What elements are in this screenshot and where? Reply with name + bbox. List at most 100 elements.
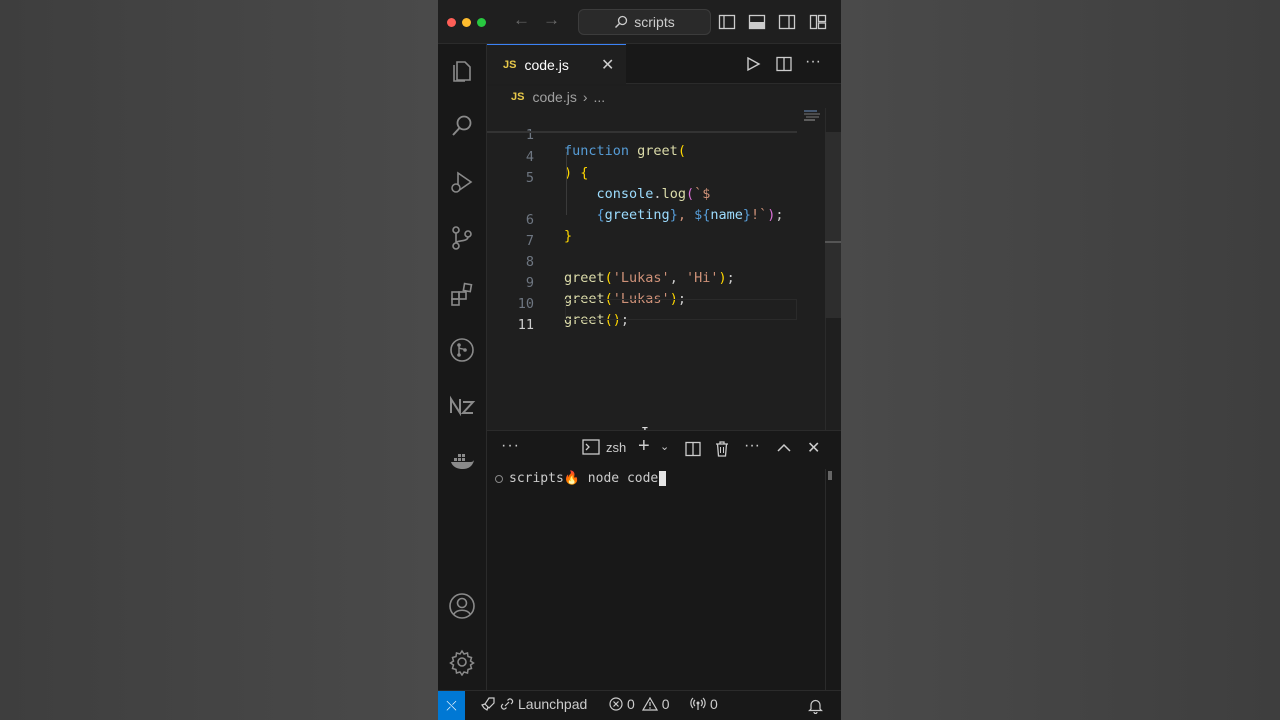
accounts-button[interactable]	[446, 590, 478, 622]
command-center-search[interactable]: scripts	[578, 9, 711, 35]
minimap[interactable]	[803, 110, 821, 122]
remote-button[interactable]: ⤬	[438, 691, 465, 720]
docker-whale-icon	[451, 454, 474, 469]
nx-console-button[interactable]	[446, 390, 478, 422]
gear-icon	[449, 649, 475, 676]
editor-tabs: JS code.js ✕ ···	[487, 44, 841, 84]
title-bar: ← → scripts	[438, 0, 841, 44]
split-terminal-icon[interactable]	[685, 441, 701, 457]
tab-label: code.js	[524, 56, 569, 73]
toggle-primary-sidebar-icon[interactable]	[718, 13, 736, 31]
split-editor-icon[interactable]	[776, 56, 792, 72]
minimize-window-button[interactable]	[462, 18, 471, 27]
current-line-highlight	[565, 299, 797, 320]
code-line: 10 greet();	[487, 278, 826, 328]
maximize-window-button[interactable]	[477, 18, 486, 27]
terminal-icon	[582, 439, 600, 455]
account-icon	[449, 593, 475, 619]
git-graph-icon	[450, 338, 474, 362]
terminal-command: node code	[579, 471, 659, 486]
breadcrumb: JS code.js › ...	[487, 86, 841, 108]
remote-icon: ⤬	[446, 697, 457, 713]
editor-scrollbar-thumb[interactable]	[825, 132, 841, 318]
launchpad-label: Launchpad	[518, 696, 588, 712]
customize-layout-icon[interactable]	[809, 13, 827, 31]
bell-icon[interactable]	[808, 698, 823, 714]
docker-button[interactable]	[446, 446, 478, 478]
line-number: 11	[517, 317, 534, 333]
search-icon	[452, 115, 472, 136]
forward-arrow-icon[interactable]: →	[543, 10, 560, 30]
ports-button[interactable]: 0	[690, 696, 718, 712]
new-terminal-icon[interactable]: +	[638, 435, 650, 458]
code-line: 5 console.log(`$	[487, 152, 826, 202]
chevron-up-icon[interactable]	[777, 443, 791, 453]
code-line-wrapped: {greeting}, ${name}!`);	[596, 207, 784, 223]
command-status-icon	[495, 474, 503, 483]
prompt-emoji: 🔥	[563, 471, 580, 486]
trash-icon[interactable]	[714, 440, 730, 457]
extensions-icon	[451, 282, 473, 306]
source-control-button[interactable]	[446, 222, 478, 254]
terminal-panel: ··· zsh + ⌄ ··· ✕ scripts 🔥 node code	[487, 430, 841, 691]
activity-bar	[438, 44, 487, 690]
close-window-button[interactable]	[447, 18, 456, 27]
terminal-scrollbar[interactable]	[825, 469, 841, 691]
status-bar: ⤬ Launchpad 0 0 0	[438, 690, 841, 720]
run-file-icon[interactable]	[745, 56, 761, 72]
chevron-down-icon[interactable]: ⌄	[660, 440, 669, 453]
code-line: 7	[487, 215, 826, 249]
source-control-icon	[452, 226, 472, 250]
terminal-prompt[interactable]: scripts 🔥 node code	[495, 471, 667, 486]
terminal-selector[interactable]: zsh	[582, 439, 626, 455]
js-file-icon: JS	[503, 58, 517, 71]
run-debug-icon	[451, 171, 473, 193]
terminal-cursor	[659, 471, 667, 486]
broadcast-icon	[690, 697, 706, 710]
code-line: 1 function greet(	[487, 109, 826, 159]
git-graph-button[interactable]	[446, 334, 478, 366]
left-background	[0, 0, 438, 720]
code-line: 4 ) {	[487, 131, 826, 181]
problems-button[interactable]: 0 0	[609, 696, 670, 712]
js-file-icon: JS	[511, 91, 525, 103]
more-actions-icon[interactable]: ···	[805, 53, 821, 71]
warning-icon	[641, 697, 658, 711]
scrollbar-cursor-marker	[825, 241, 841, 243]
breadcrumb-symbols[interactable]: ...	[594, 89, 606, 105]
breadcrumb-file[interactable]: code.js	[532, 89, 576, 105]
nx-icon	[450, 395, 476, 417]
search-icon	[615, 15, 628, 28]
close-icon[interactable]: ✕	[807, 438, 820, 458]
code-line: 6 }	[487, 194, 826, 244]
close-icon[interactable]: ✕	[601, 55, 614, 75]
ports-count: 0	[710, 696, 718, 712]
search-button[interactable]	[446, 110, 478, 142]
right-background	[841, 0, 1280, 720]
manage-button[interactable]	[446, 646, 478, 678]
code-line: 8 greet('Lukas', 'Hi');	[487, 236, 826, 286]
launchpad-button[interactable]: Launchpad	[480, 696, 587, 712]
toggle-secondary-sidebar-icon[interactable]	[778, 13, 796, 31]
breadcrumb-separator: ›	[582, 89, 588, 105]
error-icon	[609, 697, 623, 711]
shell-name: zsh	[606, 439, 627, 455]
more-actions-icon[interactable]: ···	[744, 437, 760, 455]
vscode-window: ← → scripts JS code.js ✕ ··· JS code.js …	[438, 0, 841, 720]
terminal-scrollbar-thumb[interactable]	[828, 471, 832, 480]
rocket-icon	[481, 697, 495, 711]
extensions-button[interactable]	[446, 278, 478, 310]
warning-count: 0	[661, 696, 670, 712]
back-arrow-icon[interactable]: ←	[513, 10, 530, 30]
error-count: 0	[627, 696, 635, 712]
explorer-button[interactable]	[446, 54, 478, 86]
toggle-panel-icon[interactable]	[748, 13, 766, 31]
panel-more-button[interactable]: ···	[501, 437, 520, 455]
run-and-debug-button[interactable]	[446, 166, 478, 198]
files-icon	[453, 61, 471, 82]
code-editor[interactable]: 1 function greet( 4 ) { 5 console.log(`$…	[487, 108, 826, 441]
prompt-directory: scripts	[509, 471, 564, 486]
panel-toolbar: ··· zsh + ⌄ ··· ✕	[487, 431, 841, 467]
search-label: scripts	[634, 14, 675, 30]
tab-code-js[interactable]: JS code.js ✕	[487, 44, 626, 84]
